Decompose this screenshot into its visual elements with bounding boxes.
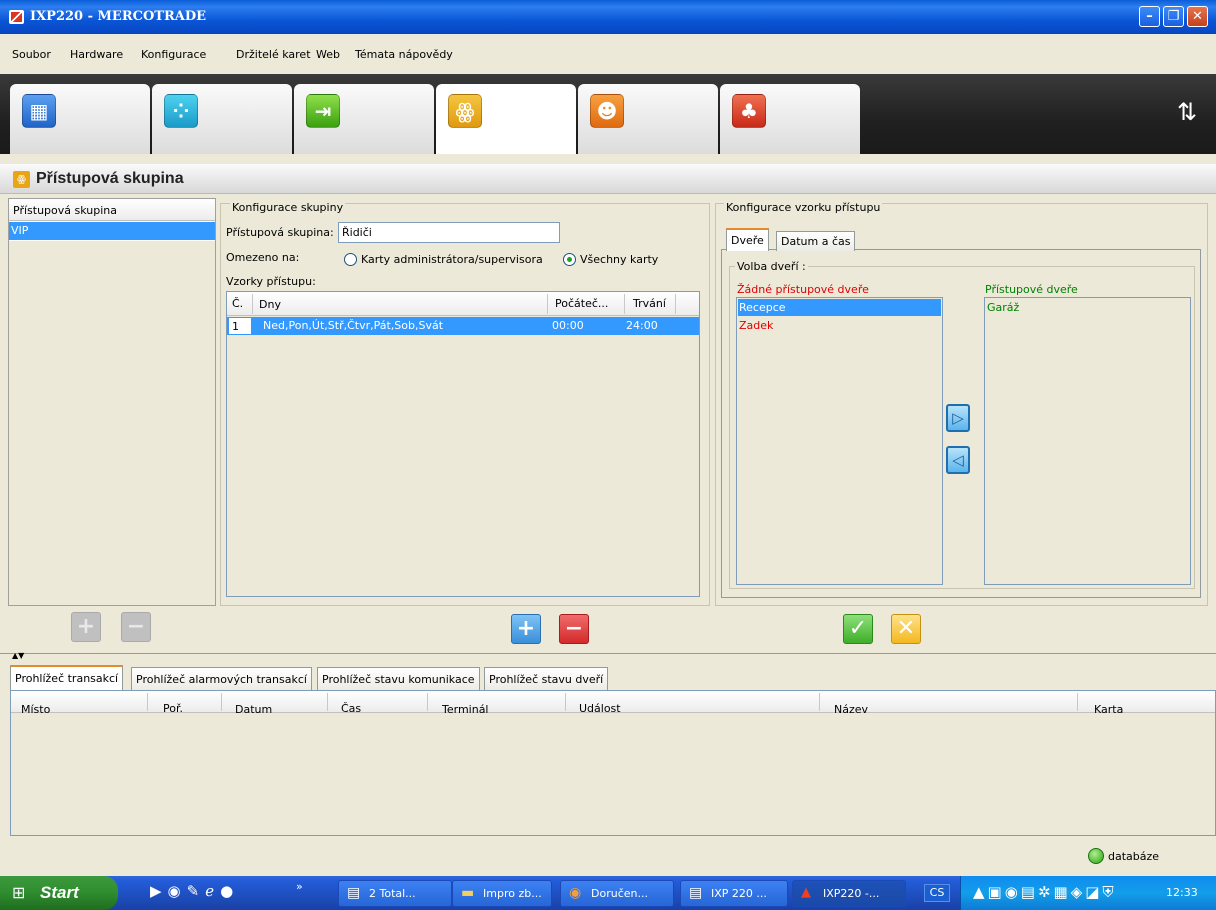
windows-icon: ▦ <box>22 94 56 128</box>
col-misto[interactable]: Místo <box>21 703 50 716</box>
col-no[interactable]: Č. <box>232 297 243 310</box>
col-cas[interactable]: Čas <box>341 702 361 715</box>
tab-date-time[interactable]: Datum a čas <box>776 231 856 251</box>
tray-icons[interactable]: ▲▣◉▤✲▦◈◪⛨ <box>973 883 1117 901</box>
col-duration[interactable]: Trvání <box>633 297 666 310</box>
confirm-button[interactable]: ✓ <box>843 614 873 644</box>
user-icon: ☻ <box>590 94 624 128</box>
patterns-header <box>227 292 699 316</box>
tab-doors[interactable]: ⇥ <box>294 84 434 154</box>
door-icon: ⇥ <box>306 94 340 128</box>
list-empty-area <box>9 241 215 605</box>
splitter-arrows-icon[interactable]: ▲▼ <box>12 651 24 660</box>
menu-konfigurace[interactable]: Konfigurace <box>141 48 206 61</box>
clock: 12:33 <box>1166 886 1198 899</box>
col-karta[interactable]: Karta <box>1094 703 1123 716</box>
radio-all-cards[interactable] <box>563 253 576 266</box>
radio-admin-cards[interactable] <box>344 253 357 266</box>
taskbar-ixp220-app[interactable]: IXP220 -... ▲ <box>792 880 906 907</box>
db-status-label: databáze <box>1108 850 1160 863</box>
tab-alarm-transactions[interactable]: Prohlížeč alarmových transakcí <box>131 667 312 690</box>
taskbar-impro[interactable]: Impro zb... ▬ <box>452 880 552 907</box>
group-name-input[interactable] <box>338 222 560 243</box>
no-access-doors-list[interactable]: Recepce Zadek <box>736 297 943 585</box>
close-button[interactable]: ✕ <box>1187 6 1208 27</box>
tab-holidays[interactable]: ♣ <box>720 84 860 154</box>
module-tabs-bar: ▦ ⁘ ⇥ ꙮ ☻ ♣ <box>0 74 1216 154</box>
tab-door-status[interactable]: Prohlížeč stavu dveří <box>484 667 609 690</box>
quicklaunch-more-icon[interactable]: » <box>296 880 303 893</box>
col-udalost[interactable]: Událost <box>579 702 621 715</box>
col-nazev[interactable]: Název <box>834 703 868 716</box>
tab-access-groups[interactable]: ꙮ <box>436 84 576 154</box>
network-icon: ⁘ <box>164 94 198 128</box>
section-header: ꙮ Přístupová skupina <box>0 164 1216 194</box>
groups-list[interactable]: Přístupová skupina VIP <box>8 198 216 606</box>
group-name-label: Přístupová skupina: <box>226 226 334 239</box>
table-row[interactable]: 1 Ned,Pon,Út,Stř,Čtvr,Pát,Sob,Svát 00:00… <box>227 317 699 335</box>
groups-list-header[interactable]: Přístupová skupina <box>9 199 215 221</box>
page-title: Přístupová skupina <box>36 170 184 187</box>
move-right-icon[interactable]: ▷ <box>946 404 970 432</box>
tab-hardware[interactable]: ⁘ <box>152 84 292 154</box>
col-days[interactable]: Dny <box>259 298 281 311</box>
restore-button[interactable]: ❐ <box>1163 6 1184 27</box>
menu-hardware[interactable]: Hardware <box>70 48 123 61</box>
language-indicator[interactable]: CS <box>924 884 950 902</box>
list-item[interactable]: Recepce <box>738 299 941 316</box>
radio-all-label[interactable]: Všechny karty <box>580 253 658 266</box>
col-start[interactable]: Počáteč... <box>555 297 608 310</box>
tab-cardholders[interactable]: ☻ <box>578 84 718 154</box>
patterns-label: Vzorky přístupu: <box>226 275 316 288</box>
menu-drzitele-karet[interactable]: Držitelé karet <box>236 48 311 61</box>
transfer-icon[interactable]: ⇅ <box>1170 95 1204 129</box>
palm-tree-icon: ♣ <box>732 94 766 128</box>
list-item[interactable]: Garáž <box>987 301 1019 314</box>
access-label: Přístupové dveře <box>985 283 1078 296</box>
tab-transactions[interactable]: Prohlížeč transakcí <box>10 665 124 691</box>
tab-system[interactable]: ▦ <box>10 84 150 154</box>
menu-soubor[interactable]: Soubor <box>12 48 51 61</box>
list-item[interactable]: VIP <box>9 222 215 240</box>
no-access-label: Žádné přístupové dveře <box>737 283 869 296</box>
taskbar-ixp220-doc[interactable]: IXP 220 ... ▤ <box>680 880 788 907</box>
tab-comm-status[interactable]: Prohlížeč stavu komunikace <box>317 667 480 690</box>
patterns-table[interactable]: Č. Dny Počáteč... Trvání 1 Ned,Pon,Út,St… <box>226 291 700 597</box>
group-icon: ꙮ <box>13 171 30 188</box>
pattern-config-title: Konfigurace vzorku přístupu <box>724 201 883 214</box>
restrict-label: Omezeno na: <box>226 251 300 264</box>
taskbar-doruceno[interactable]: Doručen... ◉ <box>560 880 674 907</box>
quicklaunch-icons[interactable]: ▶◉✎ℯ● <box>150 882 239 900</box>
group-config-title: Konfigurace skupiny <box>230 201 346 214</box>
move-left-icon[interactable]: ◁ <box>946 446 970 474</box>
splitter[interactable] <box>0 653 1216 660</box>
system-tray: ▲▣◉▤✲▦◈◪⛨ 12:33 <box>960 876 1216 910</box>
add-pattern-button[interactable]: + <box>511 614 541 644</box>
col-por[interactable]: Poř. <box>163 702 183 715</box>
list-item[interactable]: Zadek <box>739 319 773 332</box>
menu-temata-napovedy[interactable]: Témata nápovědy <box>355 48 453 61</box>
window-title: IXP220 - MERCOTRADE <box>30 9 207 24</box>
remove-pattern-button[interactable]: − <box>559 614 589 644</box>
minimize-button[interactable]: – <box>1139 6 1160 27</box>
taskbar-total[interactable]: 2 Total... ▤ <box>338 880 452 907</box>
tab-doors-config[interactable]: Dveře <box>726 228 769 251</box>
cancel-button[interactable]: ✕ <box>891 614 921 644</box>
remove-group-button[interactable]: − <box>121 612 151 642</box>
radio-admin-label[interactable]: Karty administrátora/supervisora <box>361 253 543 266</box>
col-terminal[interactable]: Terminál <box>442 703 489 716</box>
menu-web[interactable]: Web <box>316 48 340 61</box>
windows-logo-icon: ⊞ <box>12 883 26 902</box>
col-datum[interactable]: Datum <box>235 703 272 716</box>
transactions-table[interactable]: Místo Poř. Datum Čas Terminál Událost Ná… <box>10 690 1216 836</box>
access-doors-list[interactable]: Garáž <box>984 297 1191 585</box>
group-icon: ꙮ <box>448 94 482 128</box>
add-group-button[interactable]: + <box>71 612 101 642</box>
menu-bar: Soubor Hardware Konfigurace Držitelé kar… <box>0 34 1216 74</box>
app-icon <box>9 10 24 24</box>
title-bar: IXP220 - MERCOTRADE – ❐ ✕ <box>0 0 1216 34</box>
db-status-icon <box>1088 848 1104 864</box>
door-select-title: Volba dveří : <box>735 260 808 273</box>
